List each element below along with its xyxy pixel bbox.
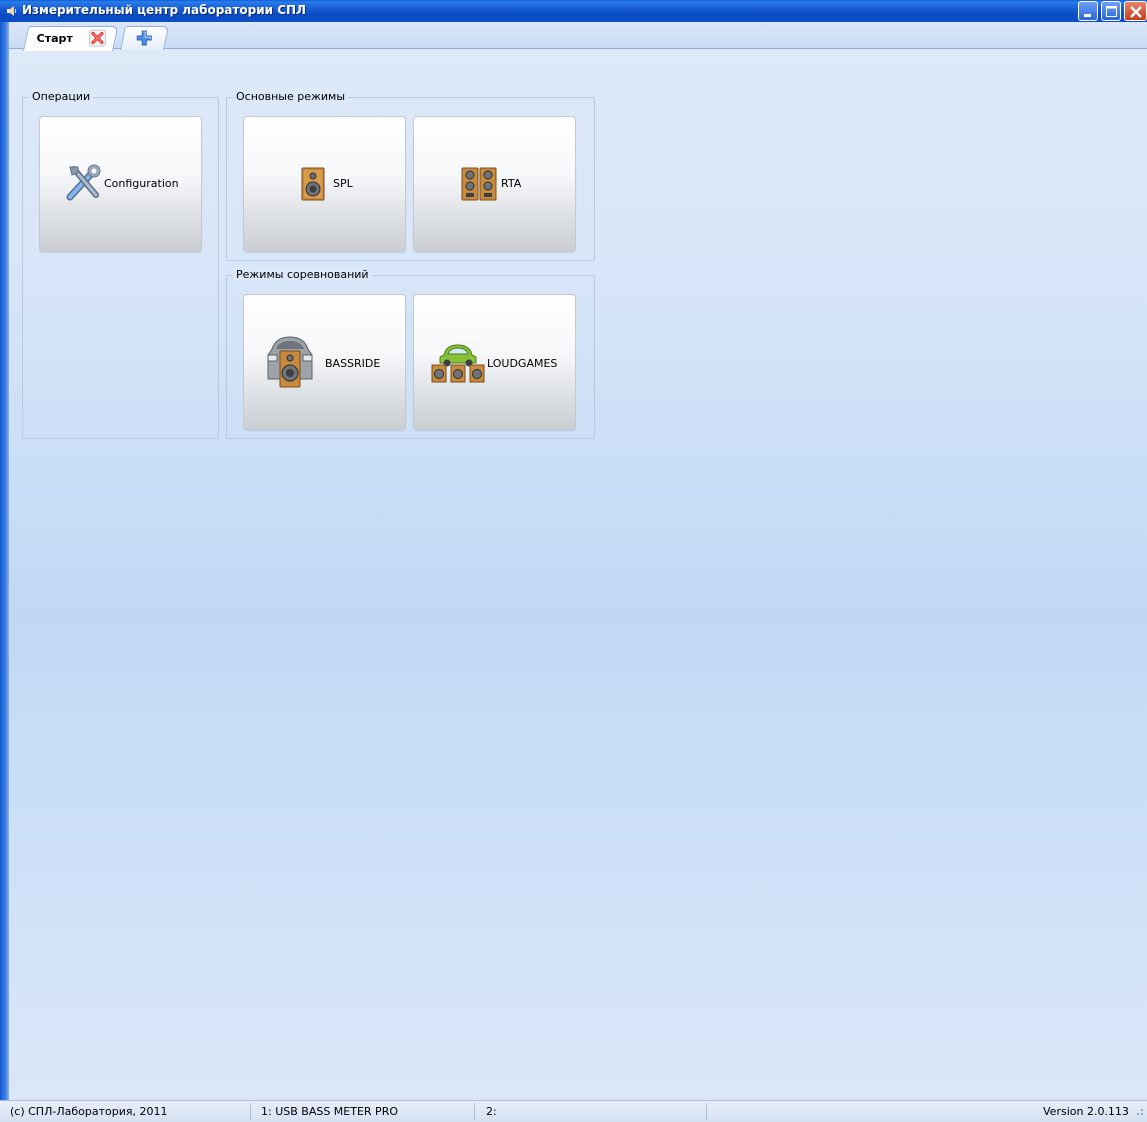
loudgames-label: LOUDGAMES (487, 357, 558, 370)
minimize-button[interactable] (1078, 1, 1098, 21)
status-device-1: 1: USB BASS METER PRO (261, 1105, 398, 1118)
spl-button[interactable]: SPL (243, 116, 406, 252)
speaker-icon (301, 167, 325, 204)
app-speaker-icon[interactable] (6, 5, 18, 17)
status-separator (474, 1103, 475, 1120)
close-icon (1130, 6, 1142, 18)
loudgames-button[interactable]: LOUDGAMES (413, 294, 576, 430)
group-main-modes: Основные режимы SPL RTA (226, 90, 595, 261)
car-speakers-icon (430, 341, 486, 386)
tools-icon (64, 163, 104, 206)
plus-icon[interactable] (135, 29, 153, 50)
car-speaker-icon (266, 335, 314, 392)
title-bar[interactable]: Измерительный центр лаборатории СПЛ (0, 0, 1147, 22)
close-icon[interactable] (88, 29, 106, 50)
bassride-label: BASSRIDE (325, 357, 381, 370)
window-title: Измерительный центр лаборатории СПЛ (22, 3, 307, 17)
bassride-button[interactable]: BASSRIDE (243, 294, 406, 430)
configuration-label: Configuration (104, 177, 179, 190)
rta-button[interactable]: RTA (413, 116, 576, 252)
tab-strip: Старт (9, 22, 1147, 51)
status-copyright: (c) СПЛ-Лаборатория, 2011 (10, 1105, 168, 1118)
tab-start[interactable]: Старт (23, 26, 119, 51)
group-competition-modes-label: Режимы соревнований (233, 268, 372, 281)
status-separator (250, 1103, 251, 1120)
window-frame-left (0, 22, 9, 1122)
group-operations: Операции Configuration (22, 90, 219, 439)
minimize-icon (1084, 14, 1091, 17)
resize-grip-icon[interactable] (1133, 1107, 1145, 1122)
spl-label: SPL (333, 177, 353, 190)
maximize-button[interactable] (1101, 1, 1121, 21)
status-bar: (c) СПЛ-Лаборатория, 2011 1: USB BASS ME… (0, 1100, 1147, 1122)
tab-add[interactable] (120, 26, 170, 50)
status-version: Version 2.0.113 (1043, 1105, 1129, 1118)
rta-label: RTA (501, 177, 522, 190)
maximize-icon (1106, 6, 1117, 17)
status-separator (706, 1103, 707, 1120)
close-button[interactable] (1124, 1, 1147, 21)
status-device-2: 2: (486, 1105, 497, 1118)
group-main-modes-label: Основные режимы (233, 90, 349, 103)
client-area: Старт Операции Configuration Основные ре… (9, 22, 1147, 1100)
group-competition-modes: Режимы соревнований BASSRIDE LOUDGAMES (226, 268, 595, 439)
group-operations-label: Операции (29, 90, 94, 103)
double-speaker-icon (461, 167, 497, 204)
configuration-button[interactable]: Configuration (39, 116, 202, 252)
tab-start-label: Старт (36, 32, 73, 45)
